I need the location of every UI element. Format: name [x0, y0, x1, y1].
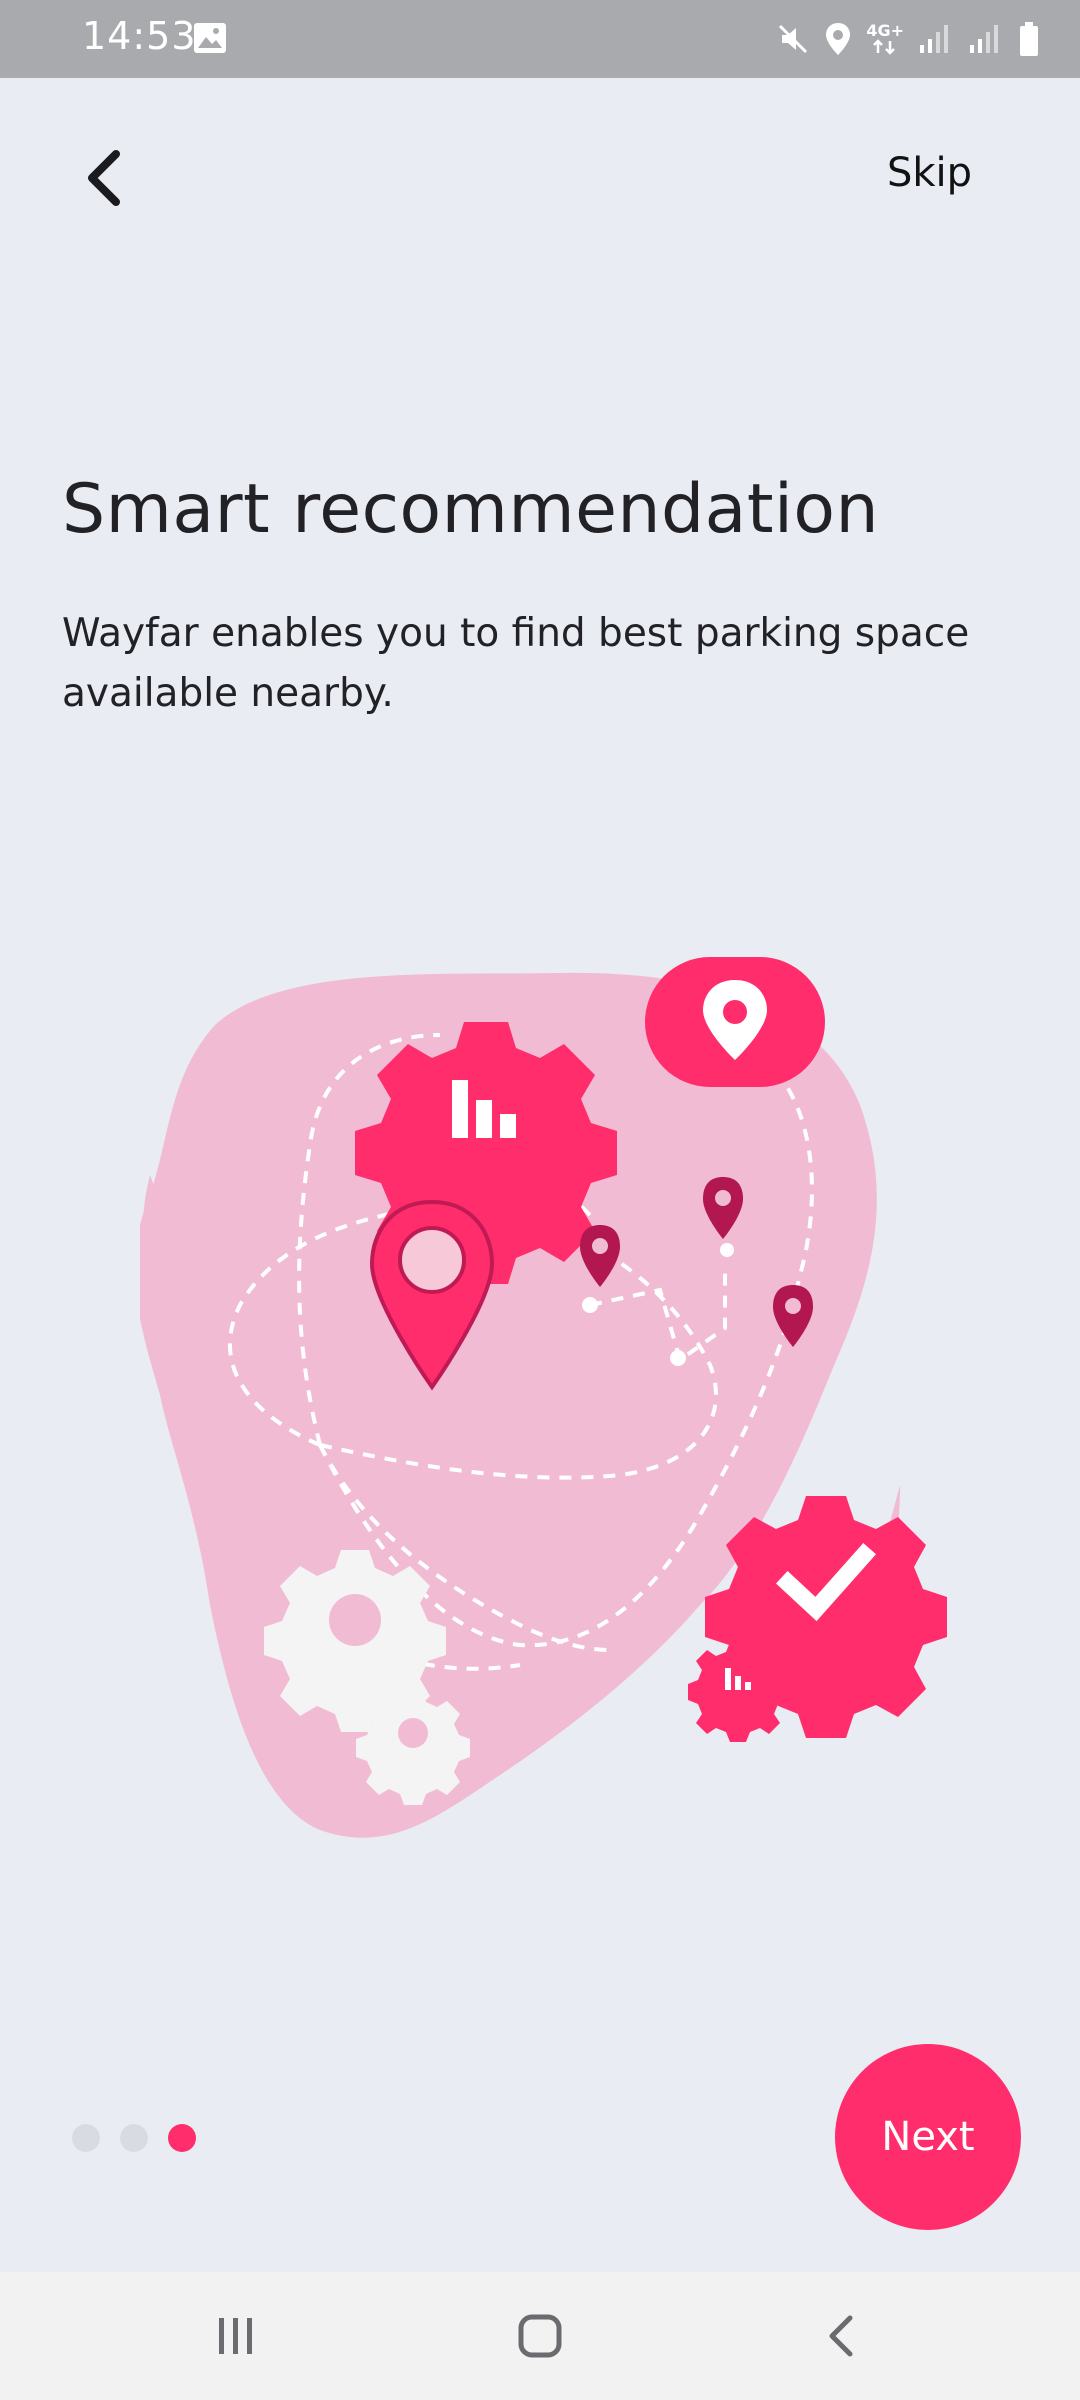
nav-back-button[interactable]: [762, 2272, 922, 2400]
recent-apps-icon: [219, 2318, 252, 2354]
system-nav-bar: [0, 2272, 1080, 2400]
page-description: Wayfar enables you to find best parking …: [62, 611, 970, 716]
gear-chart-small-icon: [688, 1642, 788, 1742]
skip-button[interactable]: Skip: [887, 150, 972, 196]
recent-apps-button[interactable]: [156, 2272, 316, 2400]
page-dot: [72, 2124, 100, 2152]
page-dot: [120, 2124, 148, 2152]
signal-icon: [970, 25, 998, 53]
page-indicator: [72, 2124, 196, 2152]
location-pill: [645, 957, 825, 1087]
back-icon: [829, 2315, 853, 2357]
home-icon: [518, 2314, 562, 2358]
smart-recommendation-illustration: [140, 957, 947, 1838]
back-button[interactable]: [68, 140, 148, 220]
status-time: 14:53: [82, 14, 197, 58]
mute-icon: [779, 24, 808, 54]
status-bar: 14:53 4G+: [0, 0, 1080, 78]
gear-white-small: [356, 1691, 470, 1805]
page-title: Smart recommendation: [62, 470, 880, 549]
next-button[interactable]: Next: [835, 2044, 1021, 2230]
status-icons: 4G+: [776, 18, 1040, 60]
network-icon: 4G+: [866, 23, 904, 55]
image-icon: [194, 23, 226, 53]
chevron-left-icon: [88, 150, 120, 206]
battery-icon: [1020, 22, 1038, 56]
network-type-label: 4G+: [866, 21, 904, 40]
onboarding-screen: 14:53 4G+ Skip Smart recommendation Wayf…: [0, 0, 1080, 2400]
data-arrows-icon: [873, 39, 896, 55]
page-dot-active: [168, 2124, 196, 2152]
location-icon: [826, 23, 851, 55]
signal-icon: [920, 25, 948, 53]
home-button[interactable]: [460, 2272, 620, 2400]
